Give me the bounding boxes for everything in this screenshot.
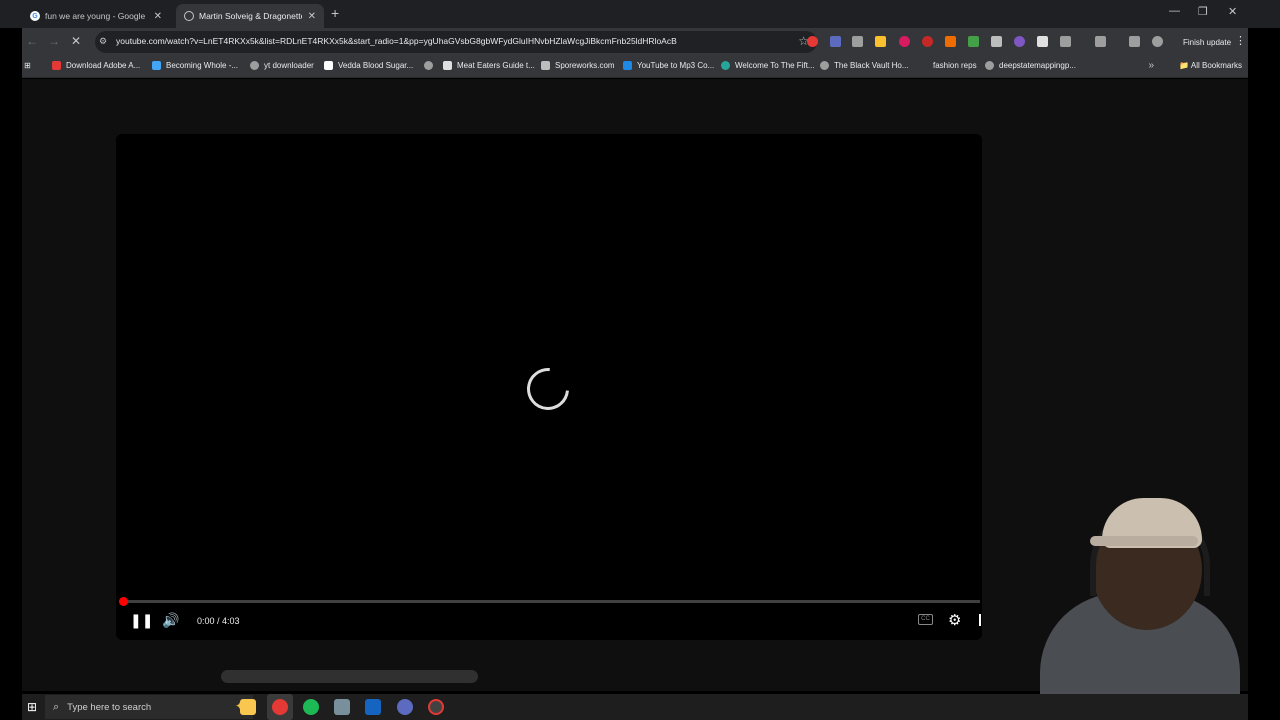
bookmark-item[interactable]: The Black Vault Ho... xyxy=(820,61,909,70)
more-menu-icon[interactable]: ⋮ xyxy=(1235,34,1246,47)
captions-button[interactable]: CC xyxy=(918,614,933,625)
close-tab-icon[interactable]: ✕ xyxy=(308,11,316,22)
extension-icon[interactable] xyxy=(968,36,979,47)
app-icon[interactable] xyxy=(334,699,350,715)
windows-taskbar: ⊞ ⌕ Type here to search ✦ xyxy=(22,694,1248,720)
start-button[interactable]: ⊞ xyxy=(27,700,37,714)
bookmark-favicon xyxy=(623,61,632,70)
bookmark-item[interactable] xyxy=(424,61,438,70)
scrubber-handle[interactable] xyxy=(119,597,128,606)
globe-icon xyxy=(250,61,259,70)
bookmark-favicon xyxy=(152,61,161,70)
forward-button[interactable]: → xyxy=(48,34,60,48)
tab-title: Martin Solveig & Dragonette - xyxy=(199,11,302,21)
bookmark-favicon xyxy=(541,61,550,70)
globe-icon xyxy=(424,61,433,70)
bookmark-item[interactable]: deepstatemappingp... xyxy=(985,61,1076,70)
heart-icon xyxy=(721,61,730,70)
bookmark-item[interactable]: Meat Eaters Guide t... xyxy=(443,61,535,70)
bookmark-item[interactable]: Vedda Blood Sugar... xyxy=(324,61,413,70)
extension-icon[interactable] xyxy=(875,36,886,47)
new-tab-button[interactable]: + xyxy=(331,5,339,21)
bookmark-item[interactable]: Becoming Whole -... xyxy=(152,61,238,70)
bookmark-item[interactable]: Welcome To The Fift... xyxy=(721,61,815,70)
tab-google-search[interactable]: G fun we are young - Google Sea ✕ xyxy=(22,4,170,28)
miniplayer-edge xyxy=(979,614,981,626)
site-info-icon[interactable]: ⚙ xyxy=(99,36,107,47)
bookmark-item[interactable]: yt downloader xyxy=(250,61,314,70)
bookmark-favicon xyxy=(443,61,452,70)
address-bar[interactable]: ⚙ youtube.com/watch?v=LnET4RKXx5k&list=R… xyxy=(95,31,817,53)
webcam-overlay xyxy=(1030,488,1248,720)
profile-avatar-icon[interactable] xyxy=(1152,36,1163,47)
taskbar-search[interactable]: ⌕ Type here to search ✦ xyxy=(45,695,253,719)
discord-icon[interactable] xyxy=(397,699,413,715)
progress-bar[interactable] xyxy=(122,600,980,603)
restore-button[interactable]: ❐ xyxy=(1198,5,1208,18)
bookmarks-bar: ⊞ Download Adobe A... Becoming Whole -..… xyxy=(22,56,1248,78)
extensions-puzzle-icon[interactable] xyxy=(1060,36,1071,47)
extension-icon[interactable] xyxy=(922,36,933,47)
apps-icon[interactable]: ⊞ xyxy=(24,61,31,70)
extension-icon[interactable] xyxy=(830,36,841,47)
tab-youtube[interactable]: Martin Solveig & Dragonette - ✕ xyxy=(176,4,324,28)
extension-icon[interactable] xyxy=(945,36,956,47)
adobe-icon xyxy=(52,61,61,70)
time-display: 0:00 / 4:03 xyxy=(197,616,240,626)
extension-icon[interactable] xyxy=(1037,36,1048,47)
more-bookmarks-button[interactable]: » xyxy=(1148,60,1154,71)
globe-icon xyxy=(985,61,994,70)
steam-icon[interactable] xyxy=(365,699,381,715)
bookmark-item[interactable]: fashion reps xyxy=(933,61,977,70)
extension-icon[interactable] xyxy=(899,36,910,47)
search-placeholder: Type here to search xyxy=(67,701,152,713)
bookmark-item[interactable]: YouTube to Mp3 Co... xyxy=(623,61,714,70)
close-window-button[interactable]: ✕ xyxy=(1228,5,1237,18)
bookmark-item[interactable]: Sporeworks.com xyxy=(541,61,615,70)
browser-toolbar: ← → ✕ ⚙ youtube.com/watch?v=LnET4RKXx5k&… xyxy=(22,28,1248,56)
extension-icon[interactable] xyxy=(991,36,1002,47)
close-tab-icon[interactable]: ✕ xyxy=(154,11,162,22)
search-icon: ⌕ xyxy=(53,700,60,713)
url-text[interactable]: youtube.com/watch?v=LnET4RKXx5k&list=RDL… xyxy=(116,36,677,46)
chrome-icon[interactable] xyxy=(272,699,288,715)
stop-loading-button[interactable]: ✕ xyxy=(71,34,81,48)
side-panel-icon[interactable] xyxy=(1095,36,1106,47)
tab-title: fun we are young - Google Sea xyxy=(45,11,148,21)
globe-icon xyxy=(820,61,829,70)
finish-update-button[interactable]: Finish update xyxy=(1174,33,1240,51)
obs-icon[interactable] xyxy=(428,699,444,715)
loading-icon xyxy=(184,11,194,21)
minimize-button[interactable]: — xyxy=(1169,5,1180,17)
tab-strip: G fun we are young - Google Sea ✕ Martin… xyxy=(0,0,1280,28)
extension-icon[interactable] xyxy=(1014,36,1025,47)
google-icon: G xyxy=(30,11,40,21)
all-bookmarks-button[interactable]: 📁 All Bookmarks xyxy=(1179,61,1242,70)
media-control-icon[interactable] xyxy=(1129,36,1140,47)
settings-gear-icon[interactable]: ⚙ xyxy=(948,611,961,629)
spotify-icon[interactable] xyxy=(303,699,319,715)
volume-icon[interactable]: 🔊 xyxy=(162,612,179,629)
file-explorer-icon[interactable] xyxy=(240,699,256,715)
bookmark-item[interactable]: Download Adobe A... xyxy=(52,61,140,70)
extension-icon[interactable] xyxy=(807,36,818,47)
back-button[interactable]: ← xyxy=(26,34,38,48)
bookmark-favicon xyxy=(324,61,333,70)
pause-button[interactable]: ❚❚ xyxy=(130,612,153,629)
extension-icon[interactable] xyxy=(852,36,863,47)
cap-brim xyxy=(1090,536,1198,546)
horizontal-scrollbar[interactable] xyxy=(221,670,478,683)
